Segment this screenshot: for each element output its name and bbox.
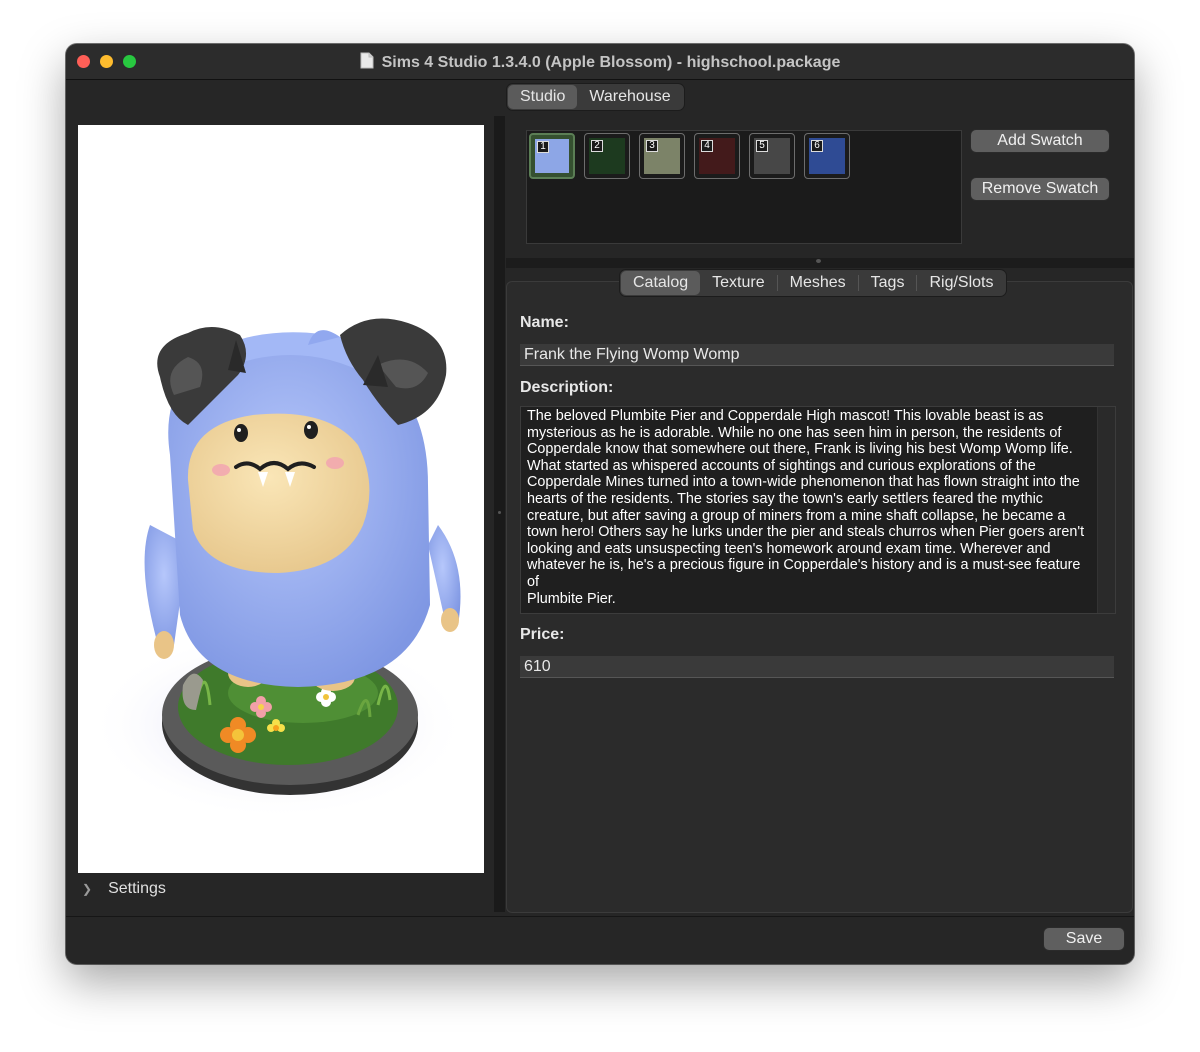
swatch-5[interactable]: 5	[749, 133, 795, 179]
chevron-right-icon: ❯	[82, 882, 93, 896]
description-scrollbar[interactable]	[1097, 407, 1115, 613]
splitter-grip-icon	[816, 259, 821, 263]
tab-warehouse[interactable]: Warehouse	[577, 85, 682, 109]
add-swatch-button[interactable]: Add Swatch	[971, 130, 1109, 152]
detail-tabs: Catalog Texture Meshes Tags Rig/Slots	[620, 270, 1007, 296]
swatch-1[interactable]: 1	[529, 133, 575, 179]
window-title-text: Sims 4 Studio 1.3.4.0 (Apple Blossom) - …	[381, 54, 841, 71]
vertical-splitter[interactable]	[494, 116, 505, 912]
swatch-4-number: 4	[701, 140, 713, 152]
swatch-6-number: 6	[811, 140, 823, 152]
window-title: Sims 4 Studio 1.3.4.0 (Apple Blossom) - …	[66, 52, 1134, 72]
price-label: Price:	[520, 626, 565, 643]
swatch-2[interactable]: 2	[584, 133, 630, 179]
swatch-5-number: 5	[756, 140, 768, 152]
app-window: Sims 4 Studio 1.3.4.0 (Apple Blossom) - …	[66, 44, 1134, 964]
document-icon	[360, 52, 374, 69]
tab-studio[interactable]: Studio	[508, 85, 578, 109]
price-field[interactable]: 610	[520, 656, 1114, 678]
save-button[interactable]: Save	[1044, 928, 1124, 950]
description-textarea[interactable]: The beloved Plumbite Pier and Copperdale…	[520, 406, 1116, 614]
swatch-6[interactable]: 6	[804, 133, 850, 179]
tab-texture[interactable]: Texture	[700, 271, 776, 295]
splitter-grip-icon	[498, 511, 501, 514]
tab-tags[interactable]: Tags	[859, 271, 917, 295]
settings-label: Settings	[108, 880, 166, 897]
horizontal-splitter[interactable]	[506, 258, 1134, 268]
swatch-3-number: 3	[646, 140, 658, 152]
name-label: Name:	[520, 314, 569, 331]
settings-disclosure[interactable]: ❯ Settings	[82, 880, 166, 898]
swatch-2-number: 2	[591, 140, 603, 152]
bottom-bar	[66, 916, 1134, 964]
tab-rig-slots[interactable]: Rig/Slots	[917, 271, 1005, 295]
remove-swatch-button[interactable]: Remove Swatch	[971, 178, 1109, 200]
swatch-4[interactable]: 4	[694, 133, 740, 179]
swatch-list: 1 2 3 4 5 6	[526, 130, 962, 244]
main-mode-tabs: Studio Warehouse	[507, 84, 684, 110]
name-field[interactable]: Frank the Flying Womp Womp	[520, 344, 1114, 366]
tab-catalog[interactable]: Catalog	[621, 271, 701, 295]
description-label: Description:	[520, 379, 614, 396]
tab-meshes[interactable]: Meshes	[778, 271, 858, 295]
title-bar: Sims 4 Studio 1.3.4.0 (Apple Blossom) - …	[66, 44, 1134, 80]
swatch-3[interactable]: 3	[639, 133, 685, 179]
3d-preview-viewport[interactable]	[78, 125, 484, 873]
mascot-model-render	[88, 318, 468, 820]
description-text: The beloved Plumbite Pier and Copperdale…	[527, 408, 1085, 607]
swatch-1-number: 1	[537, 141, 549, 153]
